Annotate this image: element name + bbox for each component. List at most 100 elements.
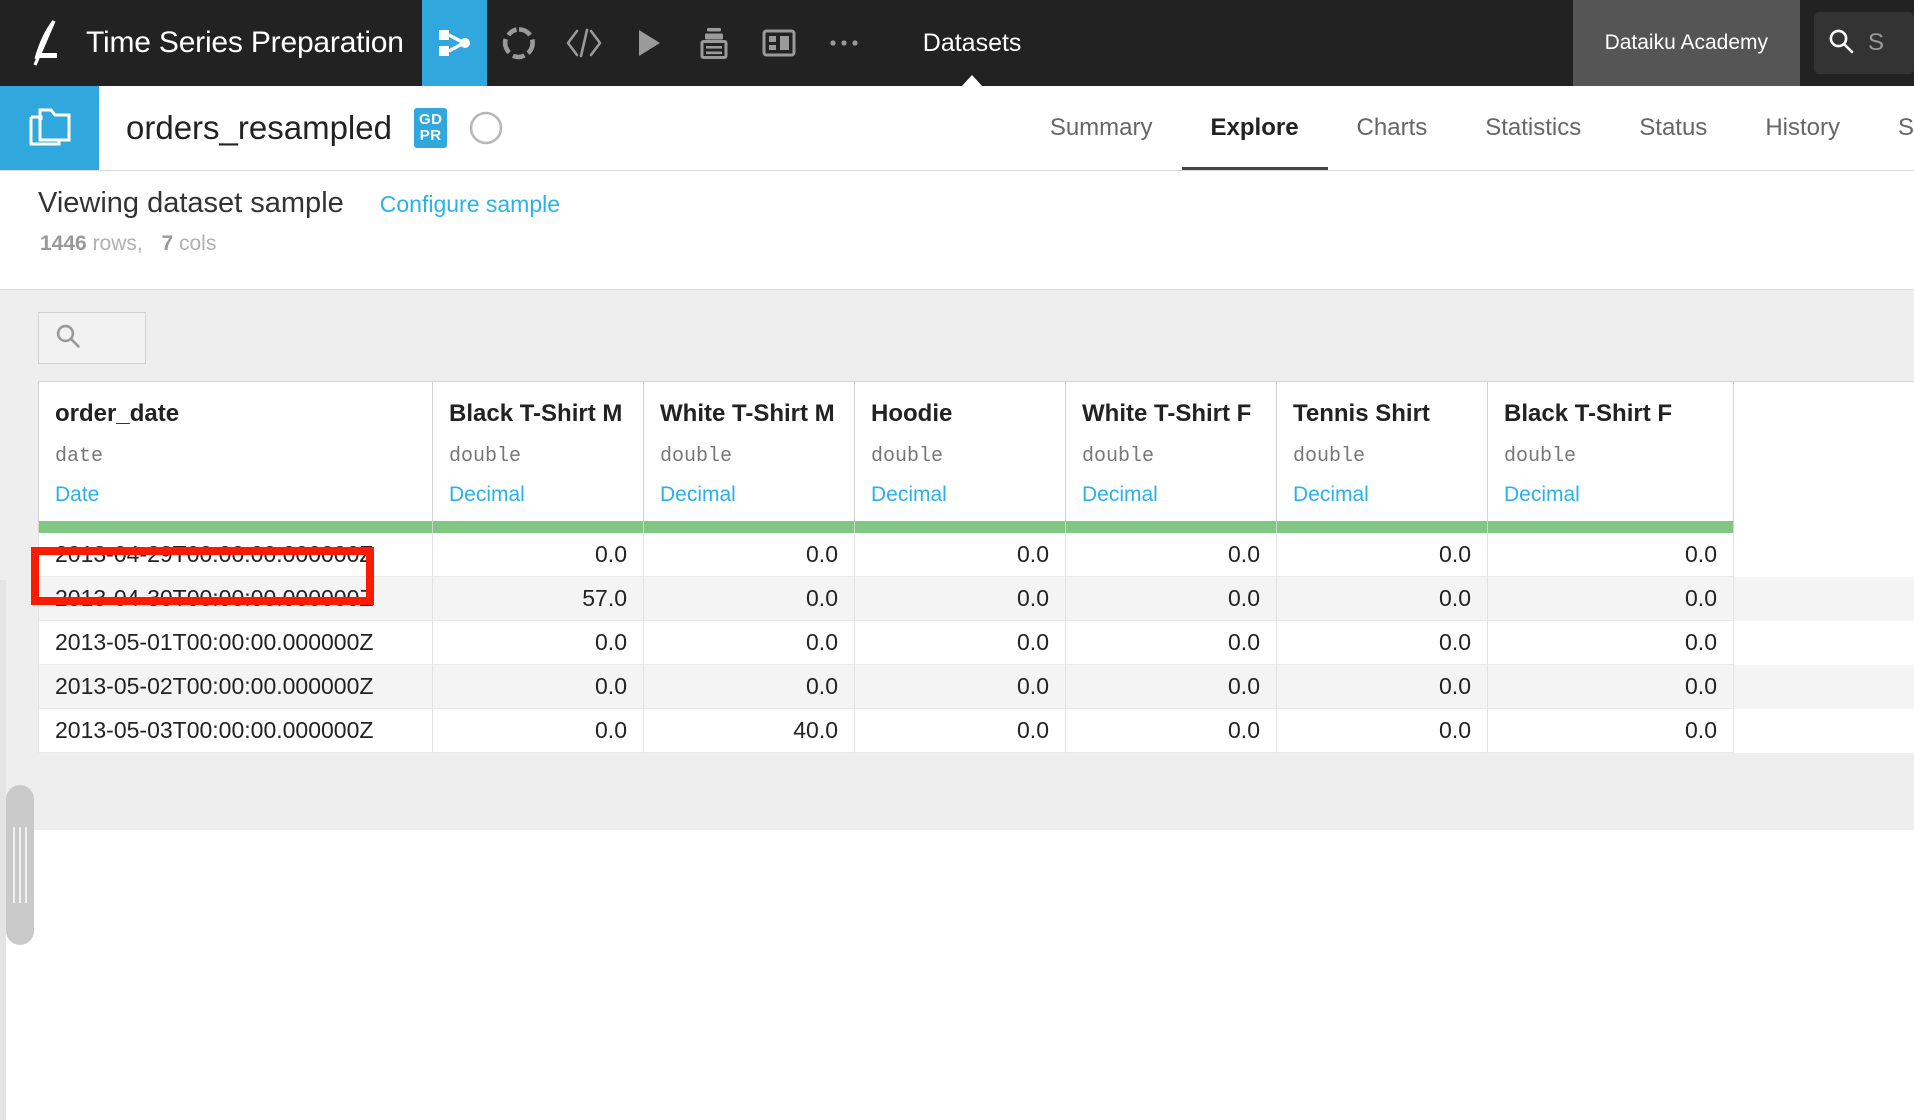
column-quality-bar bbox=[644, 521, 854, 533]
dashboard-circle-icon[interactable] bbox=[487, 0, 552, 86]
configure-sample-link[interactable]: Configure sample bbox=[380, 191, 560, 218]
cell-hoodie[interactable]: 0.0 bbox=[854, 621, 1066, 665]
grid-search-row bbox=[0, 290, 1914, 381]
cell-white-t-shirt-f[interactable]: 0.0 bbox=[1065, 621, 1277, 665]
cell-hoodie[interactable]: 0.0 bbox=[854, 577, 1066, 621]
column-storage-type: double bbox=[449, 445, 522, 468]
column-header-tennis-shirt[interactable]: Tennis Shirt double Decimal bbox=[1276, 382, 1488, 533]
tab-statistics[interactable]: Statistics bbox=[1456, 86, 1610, 170]
compass-icon[interactable] bbox=[467, 109, 505, 147]
top-navigation-bar: Time Series Preparation Datasets Dataiku… bbox=[0, 0, 1914, 87]
flow-icon[interactable] bbox=[421, 0, 487, 86]
cell-white-t-shirt-f[interactable]: 0.0 bbox=[1065, 533, 1277, 577]
cell-hoodie[interactable]: 0.0 bbox=[854, 665, 1066, 709]
tab-settings-clipped[interactable]: S bbox=[1869, 86, 1914, 170]
column-header-black-t-shirt-f[interactable]: Black T-Shirt F double Decimal bbox=[1487, 382, 1734, 533]
column-meaning[interactable]: Decimal bbox=[1082, 483, 1260, 507]
cell-black-t-shirt-m[interactable]: 0.0 bbox=[432, 709, 644, 753]
column-header-white-t-shirt-f[interactable]: White T-Shirt F double Decimal bbox=[1065, 382, 1277, 533]
column-meaning[interactable]: Date bbox=[55, 483, 416, 507]
cell-hoodie[interactable]: 0.0 bbox=[854, 533, 1066, 577]
global-search-text: S bbox=[1868, 29, 1885, 56]
cell-tennis-shirt[interactable]: 0.0 bbox=[1276, 621, 1488, 665]
cell-order_date[interactable]: 2013-04-29T00:00:00.000000Z bbox=[38, 533, 433, 577]
tab-status[interactable]: Status bbox=[1610, 86, 1736, 170]
cell-white-t-shirt-m[interactable]: 0.0 bbox=[643, 533, 855, 577]
jobs-icon[interactable] bbox=[682, 0, 747, 86]
column-quality-bar bbox=[855, 521, 1065, 533]
cell-white-t-shirt-m[interactable]: 0.0 bbox=[643, 577, 855, 621]
cell-white-t-shirt-m[interactable]: 40.0 bbox=[643, 709, 855, 753]
dataset-folder-icon[interactable] bbox=[0, 86, 99, 170]
column-storage-type: double bbox=[871, 445, 944, 468]
grid-vertical-drag-handle[interactable] bbox=[6, 785, 34, 945]
column-meaning[interactable]: Decimal bbox=[1504, 483, 1717, 507]
cell-black-t-shirt-f[interactable]: 0.0 bbox=[1487, 577, 1734, 621]
search-input[interactable] bbox=[38, 312, 146, 364]
sample-info-line: Viewing dataset sample Configure sample bbox=[0, 171, 1914, 220]
cell-black-t-shirt-f[interactable]: 0.0 bbox=[1487, 621, 1734, 665]
play-icon[interactable] bbox=[617, 0, 682, 86]
sample-info-bar: Viewing dataset sample Configure sample … bbox=[0, 171, 1914, 290]
dashboards-icon[interactable] bbox=[747, 0, 812, 86]
tab-history[interactable]: History bbox=[1736, 86, 1869, 170]
nav-tab-datasets[interactable]: Datasets bbox=[877, 0, 1068, 87]
table-row[interactable]: 2013-04-29T00:00:00.000000Z 0.0 0.0 0.0 … bbox=[38, 533, 1914, 577]
cell-black-t-shirt-m[interactable]: 0.0 bbox=[432, 665, 644, 709]
column-header-white-t-shirt-m[interactable]: White T-Shirt M double Decimal bbox=[643, 382, 855, 533]
column-storage-type: date bbox=[55, 445, 104, 468]
cell-tennis-shirt[interactable]: 0.0 bbox=[1276, 665, 1488, 709]
column-header-order_date[interactable]: order_date date Date bbox=[38, 382, 433, 533]
cell-tennis-shirt[interactable]: 0.0 bbox=[1276, 577, 1488, 621]
cell-order_date[interactable]: 2013-04-30T00:00:00.000000Z bbox=[38, 577, 433, 621]
cell-tennis-shirt[interactable]: 0.0 bbox=[1276, 533, 1488, 577]
cell-tennis-shirt[interactable]: 0.0 bbox=[1276, 709, 1488, 753]
cell-white-t-shirt-m[interactable]: 0.0 bbox=[643, 621, 855, 665]
tab-summary-label: Summary bbox=[1049, 114, 1153, 141]
tab-statistics-label: Statistics bbox=[1485, 114, 1582, 141]
column-header-black-t-shirt-m[interactable]: Black T-Shirt M double Decimal bbox=[432, 382, 644, 533]
cell-order_date[interactable]: 2013-05-01T00:00:00.000000Z bbox=[38, 621, 433, 665]
column-storage-type: double bbox=[1082, 445, 1155, 468]
code-icon[interactable] bbox=[552, 0, 617, 86]
cell-black-t-shirt-f[interactable]: 0.0 bbox=[1487, 533, 1734, 577]
cell-black-t-shirt-m[interactable]: 57.0 bbox=[432, 577, 644, 621]
cell-order_date[interactable]: 2013-05-02T00:00:00.000000Z bbox=[38, 665, 433, 709]
dataset-name[interactable]: orders_resampled bbox=[126, 109, 392, 147]
cell-black-t-shirt-f[interactable]: 0.0 bbox=[1487, 665, 1734, 709]
row-col-counts: 1446 rows, 7 cols bbox=[0, 220, 1914, 256]
table-row[interactable]: 2013-05-01T00:00:00.000000Z 0.0 0.0 0.0 … bbox=[38, 621, 1914, 665]
project-title[interactable]: Time Series Preparation bbox=[86, 26, 404, 60]
more-ellipsis-icon[interactable] bbox=[812, 0, 877, 86]
global-search-input[interactable]: S bbox=[1814, 12, 1914, 74]
column-storage-type: double bbox=[660, 445, 733, 468]
column-name: White T-Shirt M bbox=[660, 400, 835, 427]
cell-black-t-shirt-f[interactable]: 0.0 bbox=[1487, 709, 1734, 753]
column-header-hoodie[interactable]: Hoodie double Decimal bbox=[854, 382, 1066, 533]
tab-explore[interactable]: Explore bbox=[1181, 86, 1328, 170]
cell-black-t-shirt-m[interactable]: 0.0 bbox=[432, 533, 644, 577]
table-row[interactable]: 2013-05-02T00:00:00.000000Z 0.0 0.0 0.0 … bbox=[38, 665, 1914, 709]
gdpr-badge[interactable]: GD PR bbox=[413, 108, 448, 148]
column-name: order_date bbox=[55, 400, 180, 427]
column-meaning[interactable]: Decimal bbox=[449, 483, 627, 507]
cell-hoodie[interactable]: 0.0 bbox=[854, 709, 1066, 753]
table-row[interactable]: 2013-05-03T00:00:00.000000Z 0.0 40.0 0.0… bbox=[38, 709, 1914, 753]
cell-black-t-shirt-m[interactable]: 0.0 bbox=[432, 621, 644, 665]
dataiku-logo-icon[interactable] bbox=[22, 17, 64, 69]
cell-white-t-shirt-f[interactable]: 0.0 bbox=[1065, 577, 1277, 621]
rows-label: rows, bbox=[92, 232, 143, 255]
tab-charts[interactable]: Charts bbox=[1328, 86, 1457, 170]
column-meaning[interactable]: Decimal bbox=[871, 483, 1049, 507]
tab-history-label: History bbox=[1765, 114, 1840, 141]
cell-order_date[interactable]: 2013-05-03T00:00:00.000000Z bbox=[38, 709, 433, 753]
column-meaning[interactable]: Decimal bbox=[1293, 483, 1471, 507]
cell-white-t-shirt-f[interactable]: 0.0 bbox=[1065, 665, 1277, 709]
cell-white-t-shirt-m[interactable]: 0.0 bbox=[643, 665, 855, 709]
tab-summary[interactable]: Summary bbox=[1021, 86, 1182, 170]
cell-white-t-shirt-f[interactable]: 0.0 bbox=[1065, 709, 1277, 753]
table-row[interactable]: 2013-04-30T00:00:00.000000Z 57.0 0.0 0.0… bbox=[38, 577, 1914, 621]
dataiku-academy-button[interactable]: Dataiku Academy bbox=[1572, 0, 1800, 86]
column-meaning[interactable]: Decimal bbox=[660, 483, 838, 507]
